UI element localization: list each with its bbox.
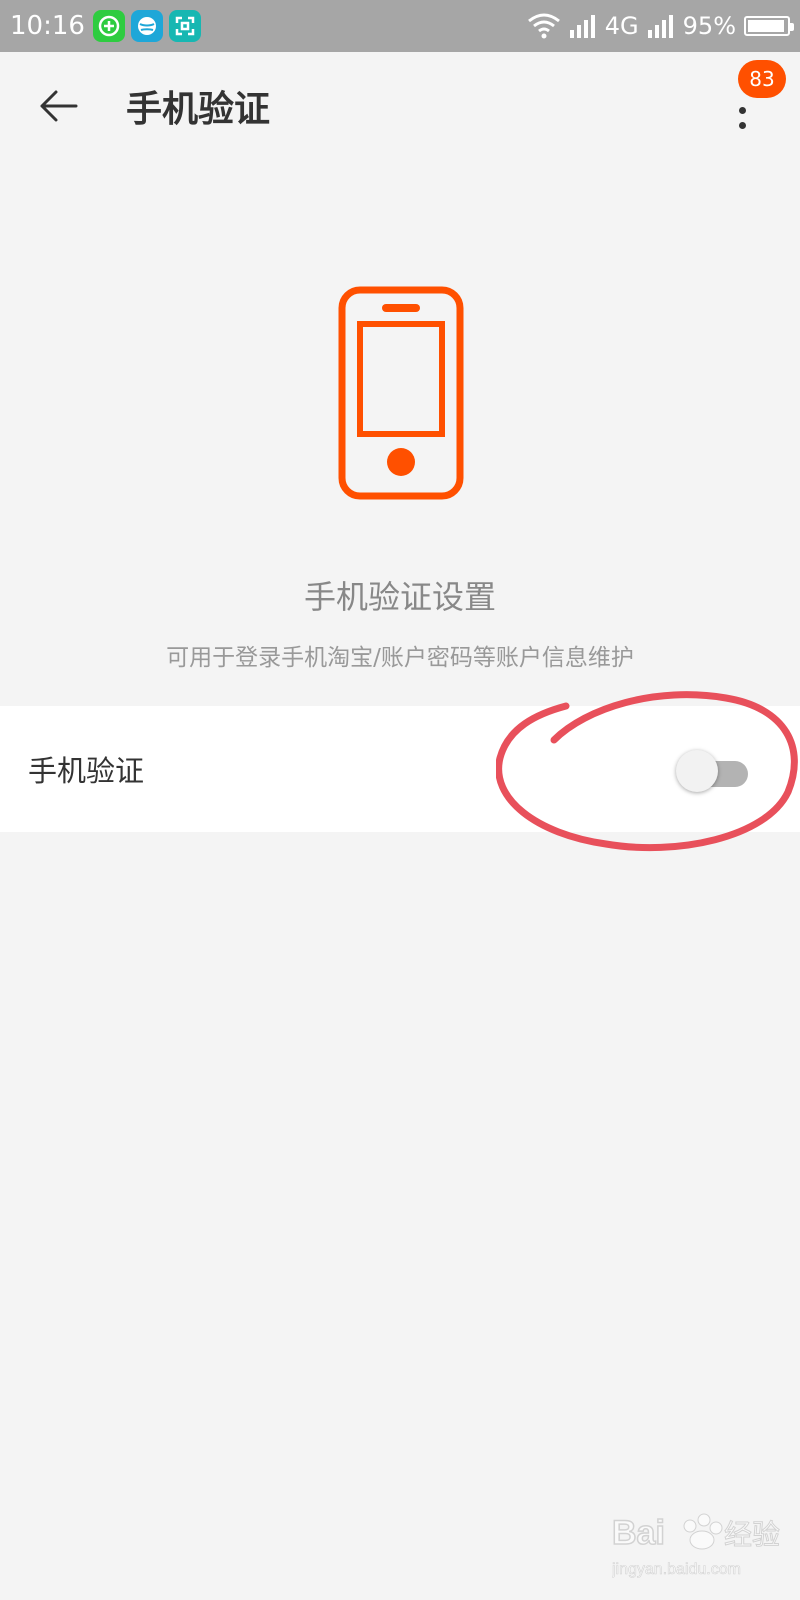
notification-badge: 83 (738, 60, 786, 98)
phone-verification-row: 手机验证 (0, 706, 800, 832)
wifi-icon (527, 13, 560, 39)
arrow-left-icon (40, 90, 78, 122)
network-type: 4G (604, 12, 639, 40)
back-button[interactable] (34, 82, 82, 130)
status-right: 4G 95% (527, 12, 794, 40)
status-time: 10:16 (10, 11, 85, 41)
battery-icon (744, 16, 794, 36)
section-description: 可用于登录手机淘宝/账户密码等账户信息维护 (166, 645, 634, 671)
more-vertical-icon (738, 107, 746, 114)
more-menu-button[interactable] (722, 96, 762, 140)
signal-icon-2 (647, 15, 673, 38)
app-notification-icon-green (92, 10, 125, 42)
status-bar: 10:16 4G 95% (0, 0, 800, 52)
navigation-bar: 手机验证 (0, 52, 800, 156)
section-title: 手机验证设置 (303, 578, 496, 616)
phone-verification-toggle[interactable] (676, 750, 752, 792)
svg-text:jingyan.baidu.com: jingyan.baidu.com (612, 1561, 741, 1578)
app-notification-icon-blue (130, 10, 163, 42)
setting-label: 手机验证 (28, 754, 145, 788)
page-title: 手机验证 (126, 89, 271, 130)
toggle-knob (676, 750, 718, 792)
signal-icon (569, 15, 595, 38)
svg-text:Bai: Bai (612, 1514, 665, 1552)
baidu-jingyan-watermark: Bai 经验 jingyan.baidu.com (612, 1513, 781, 1578)
battery-percent: 95% (682, 12, 736, 40)
svg-text:经验: 经验 (724, 1518, 780, 1551)
phone-icon (338, 286, 464, 500)
more-dot (738, 122, 746, 129)
scan-icon (168, 10, 201, 42)
